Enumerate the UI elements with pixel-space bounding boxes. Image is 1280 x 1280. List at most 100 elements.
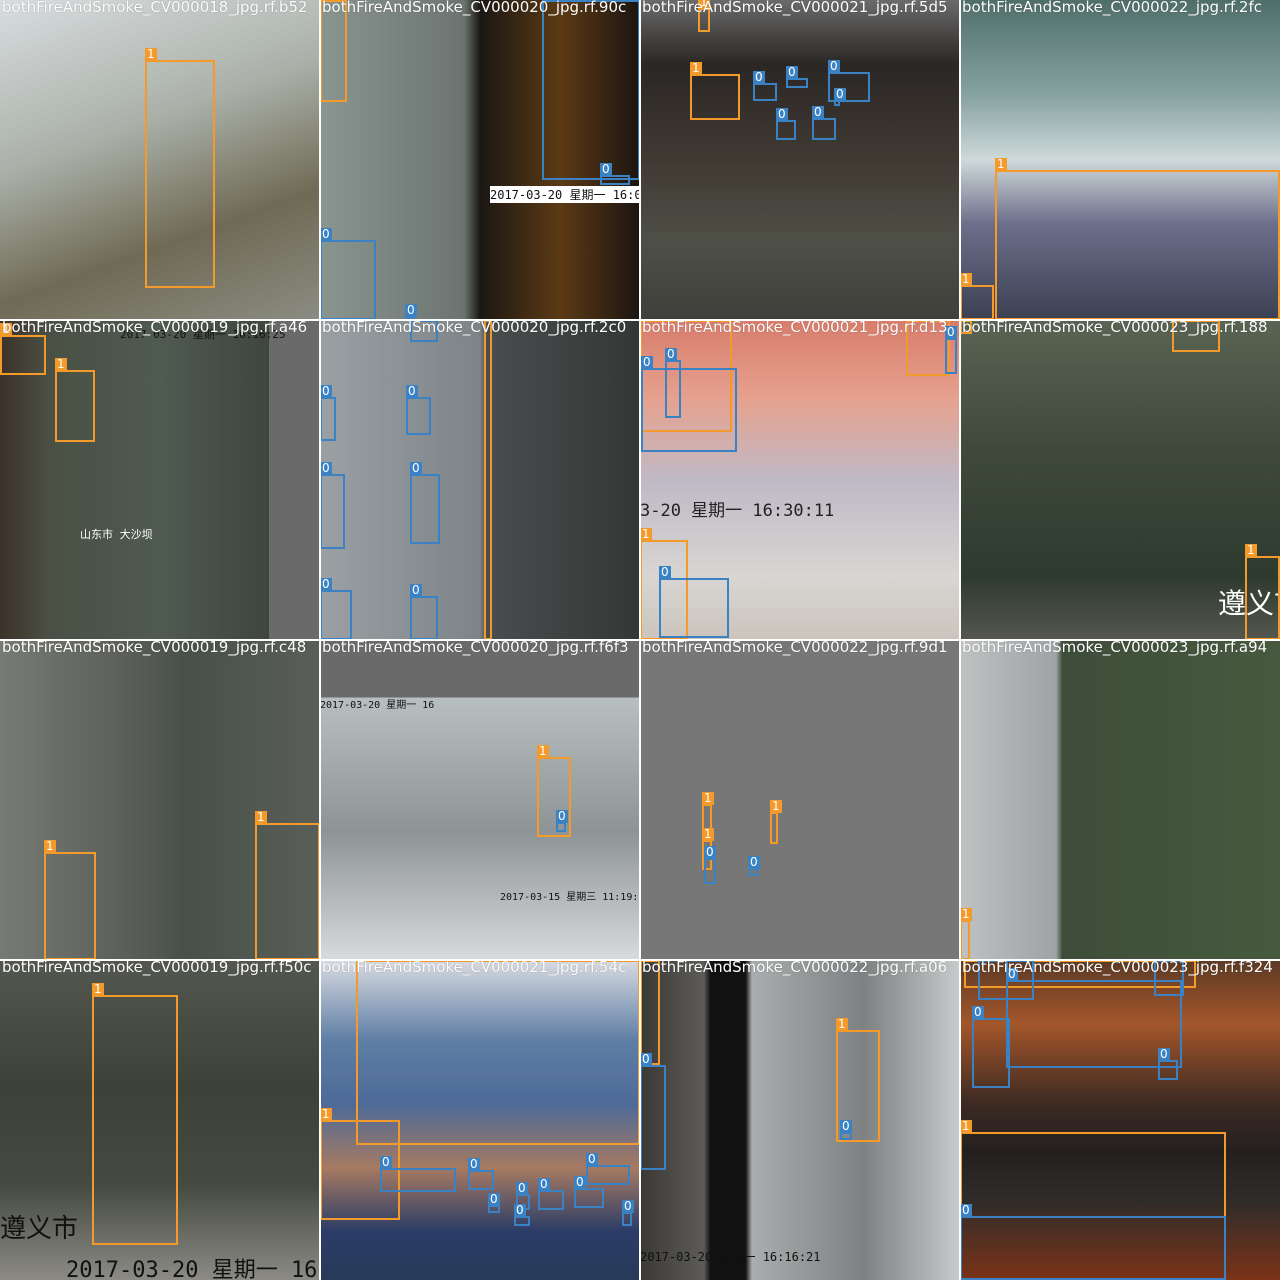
- smoke-bounding-box: 1: [255, 811, 320, 960]
- class-label: 0: [488, 1192, 500, 1206]
- smoke-bounding-box: 1: [1245, 544, 1280, 640]
- timestamp-overlay: 2017-03-20 星期一 16: [320, 700, 435, 711]
- smoke-bounding-box: 1: [356, 960, 640, 1145]
- class-label: 0: [640, 1052, 652, 1066]
- class-label: 0: [834, 87, 846, 101]
- tile-image: [320, 640, 640, 960]
- fire-bounding-box: 0: [320, 228, 376, 320]
- tile-filename: bothFireAndSmoke_CV000019_jpg.rf.f50c: [2, 960, 312, 976]
- fire-bounding-box: 0: [812, 106, 836, 140]
- class-label: 0: [972, 1005, 984, 1019]
- smoke-bounding-box: 1: [92, 983, 178, 1245]
- class-label: 0: [320, 577, 332, 591]
- class-label: 1: [960, 272, 972, 286]
- fire-bounding-box: 0: [488, 1193, 500, 1213]
- class-label: 1: [145, 47, 157, 61]
- fire-bounding-box: 0: [748, 856, 760, 876]
- tile-filename: bothFireAndSmoke_CV000018_jpg.rf.b52: [2, 0, 308, 16]
- fire-bounding-box: 0: [840, 1120, 852, 1140]
- tile-filename: bothFireAndSmoke_CV000021_jpg.rf.54c: [322, 960, 627, 976]
- class-label: 1: [55, 357, 67, 371]
- mosaic-tile: 100000010bothFireAndSmoke_CV000023_jpg.r…: [960, 960, 1280, 1280]
- fire-bounding-box: 0: [622, 1200, 634, 1226]
- fire-bounding-box: 0: [945, 326, 957, 374]
- fire-bounding-box: 0: [556, 810, 568, 832]
- mosaic-tile: 2017-03-20 星期一 16 2017-03-15 星期三 11:19:03…: [320, 640, 640, 960]
- tile-image: [640, 0, 960, 320]
- mosaic-tile: 3-20 星期一 16:30:111001010bothFireAndSmoke…: [640, 320, 960, 640]
- class-label: 1: [537, 744, 549, 758]
- class-label: 1: [995, 157, 1007, 171]
- class-label: 0: [665, 347, 677, 361]
- fire-bounding-box: 0: [410, 462, 440, 544]
- mosaic-tile: 1 1 bothFireAndSmoke_CV000019_jpg.rf.c48: [0, 640, 320, 960]
- fire-bounding-box: 0: [406, 385, 431, 435]
- class-label: 1: [690, 61, 702, 75]
- smoke-bounding-box: 1: [145, 48, 215, 288]
- fire-bounding-box: 0: [834, 88, 846, 106]
- fire-bounding-box: 0: [704, 846, 716, 884]
- class-label: 0: [659, 565, 671, 579]
- class-label: 1: [92, 982, 104, 996]
- tile-filename: bothFireAndSmoke_CV000020_jpg.rf.f6f3: [322, 640, 629, 656]
- mosaic-tile: 1 1 1 0 0 bothFireAndSmoke_CV000022_jpg.rf.9d…: [640, 640, 960, 960]
- fire-bounding-box: 0: [786, 66, 808, 88]
- mosaic-grid: 1 bothFireAndSmoke_CV000018_jpg.rf.b52 201…: [0, 0, 1280, 1280]
- fire-bounding-box: 0: [600, 163, 630, 185]
- class-label: 0: [840, 1119, 852, 1133]
- fire-bounding-box: 0: [972, 1006, 1010, 1088]
- class-label: 1: [320, 1107, 332, 1121]
- class-label: 1: [1245, 543, 1257, 557]
- tile-image: [320, 320, 640, 640]
- smoke-bounding-box: 1: [960, 908, 972, 960]
- class-label: 0: [538, 1177, 550, 1191]
- fire-bounding-box: 0: [320, 578, 352, 640]
- tile-filename: bothFireAndSmoke_CV000023_jpg.rf.f324: [962, 960, 1273, 976]
- fire-bounding-box: 0: [410, 584, 438, 640]
- class-label: 0: [406, 384, 418, 398]
- class-label: 0: [556, 809, 568, 823]
- smoke-bounding-box: 1: [484, 320, 496, 640]
- class-label: 1: [960, 907, 972, 921]
- class-label: 0: [641, 355, 653, 369]
- tile-filename: bothFireAndSmoke_CV000019_jpg.rf.c48: [2, 640, 307, 656]
- timestamp-overlay: 2017-03-20 星期一 16:01:34: [490, 186, 640, 203]
- smoke-bounding-box: 1: [0, 323, 46, 375]
- mosaic-tile: 1 bothFireAndSmoke_CV000018_jpg.rf.b52: [0, 0, 320, 320]
- tile-image: [960, 640, 1280, 960]
- mosaic-tile: 00000001bothFireAndSmoke_CV000020_jpg.rf…: [320, 320, 640, 640]
- tile-filename: bothFireAndSmoke_CV000023_jpg.rf.188: [962, 320, 1268, 336]
- timestamp-overlay: 2017-03-20 星期一 16:16:25: [66, 1258, 320, 1280]
- class-label: 0: [516, 1181, 528, 1195]
- fire-bounding-box: 0: [542, 0, 640, 180]
- class-label: 0: [405, 303, 417, 317]
- class-label: 1: [702, 827, 714, 841]
- class-label: 1: [960, 1119, 972, 1133]
- timestamp-overlay: 3-20 星期一 16:30:11: [640, 501, 835, 521]
- tile-filename: bothFireAndSmoke_CV000020_jpg.rf.2c0: [322, 320, 627, 336]
- tile-filename: bothFireAndSmoke_CV000021_jpg.rf.d13: [642, 320, 948, 336]
- smoke-bounding-box: 1: [995, 158, 1280, 320]
- class-label: 0: [320, 227, 332, 241]
- fire-bounding-box: 0: [659, 566, 729, 638]
- smoke-bounding-box: 1: [690, 62, 740, 120]
- fire-bounding-box: 0: [468, 1158, 494, 1190]
- mosaic-tile: 遵义市 2017-03-20 星期一 16:16:25 1 bothFireAndSm…: [0, 960, 320, 1280]
- fire-bounding-box: 0: [1006, 968, 1182, 1068]
- class-label: 0: [380, 1155, 392, 1169]
- grid-separator: [0, 639, 1280, 641]
- fire-bounding-box: 0: [320, 385, 336, 441]
- timestamp-overlay: 2017-03-15 星期三 11:19:03: [500, 892, 640, 903]
- fire-bounding-box: 0: [574, 1176, 604, 1208]
- tile-image: [640, 640, 960, 960]
- timestamp-overlay: 遵义市: [0, 1214, 79, 1244]
- tile-filename: bothFireAndSmoke_CV000022_jpg.rf.2fc: [962, 0, 1263, 16]
- mosaic-tile: 11000000000bothFireAndSmoke_CV000021_jpg…: [320, 960, 640, 1280]
- tile-filename: bothFireAndSmoke_CV000022_jpg.rf.9d1: [642, 640, 948, 656]
- class-label: 0: [600, 162, 612, 176]
- class-label: 1: [44, 839, 56, 853]
- class-label: 0: [828, 59, 840, 73]
- fire-bounding-box: 0: [514, 1204, 530, 1226]
- class-label: 0: [1158, 1047, 1170, 1061]
- tile-filename: bothFireAndSmoke_CV000020_jpg.rf.90c: [322, 0, 627, 16]
